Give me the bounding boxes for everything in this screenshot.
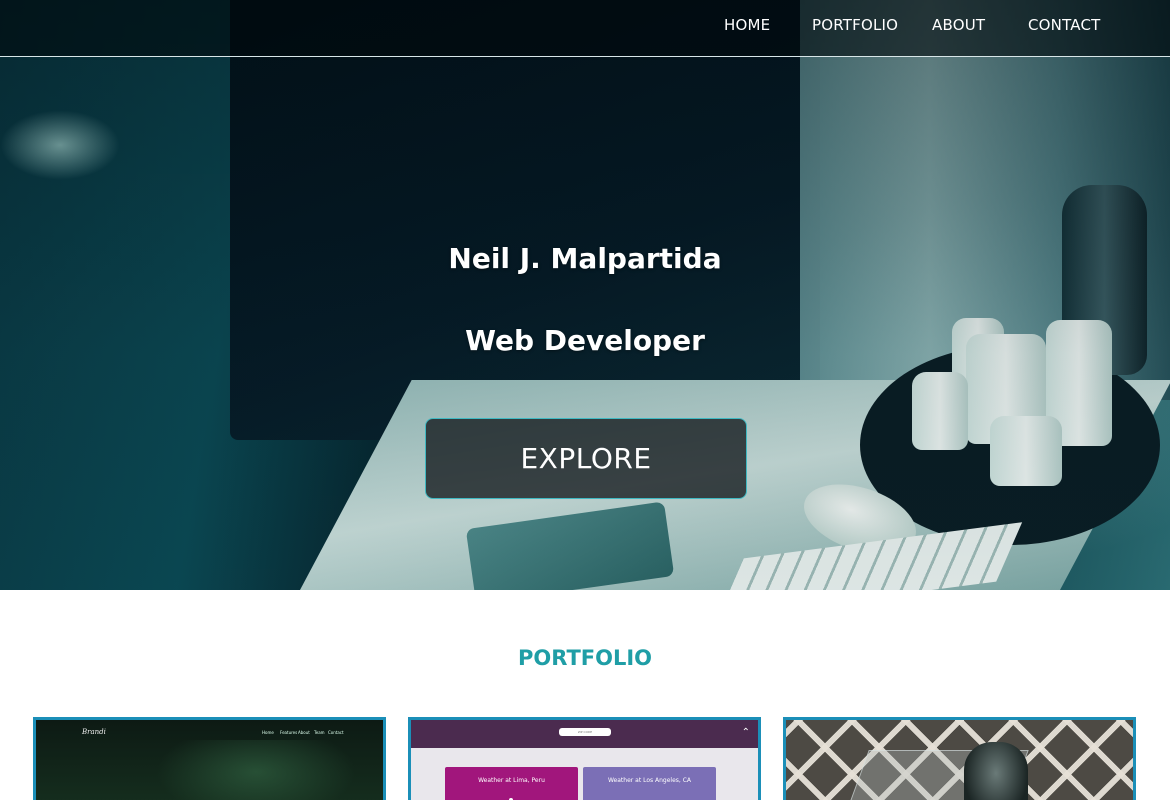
card-preview-nav-item: Home (262, 730, 274, 735)
card-preview-nav-item: Contact (328, 730, 344, 735)
hero-background-image (0, 0, 1170, 590)
nav-link-home[interactable]: HOME (724, 16, 770, 34)
hero-overlay (0, 0, 1170, 590)
card-preview-logo: Brandi (82, 728, 106, 736)
card-preview-weather-box: Weather at Lima, Peru (445, 767, 578, 800)
explore-button[interactable]: EXPLORE (425, 418, 747, 499)
card-preview-weather-box: Weather at Los Angeles, CA (583, 767, 716, 800)
hero-role: Web Developer (465, 324, 705, 357)
chevron-up-icon: ⌃ (741, 727, 750, 738)
card-preview-bowl (964, 742, 1028, 800)
nav-link-portfolio[interactable]: PORTFOLIO (812, 16, 898, 34)
portfolio-card-brandi[interactable]: Brandi Home Features About Team Contact (33, 717, 386, 800)
card-preview-glow (156, 740, 356, 800)
page: HOME PORTFOLIO ABOUT CONTACT Neil J. Mal… (0, 0, 1170, 800)
card-preview-search: ZIP CODE (559, 728, 611, 736)
card-preview-nav-item: Features (280, 730, 298, 735)
portfolio-card-weather[interactable]: ZIP CODE ⌃ Weather at Lima, Peru Weather… (408, 717, 761, 800)
portfolio-section-title: PORTFOLIO (517, 646, 653, 670)
nav-link-about[interactable]: ABOUT (932, 16, 985, 34)
hero-name: Neil J. Malpartida (448, 242, 722, 275)
nav-link-contact[interactable]: CONTACT (1028, 16, 1101, 34)
card-preview-nav-item: About (298, 730, 310, 735)
top-navbar: HOME PORTFOLIO ABOUT CONTACT (0, 0, 1170, 57)
card-preview-nav-item: Team (314, 730, 325, 735)
portfolio-card-interior[interactable] (783, 717, 1136, 800)
